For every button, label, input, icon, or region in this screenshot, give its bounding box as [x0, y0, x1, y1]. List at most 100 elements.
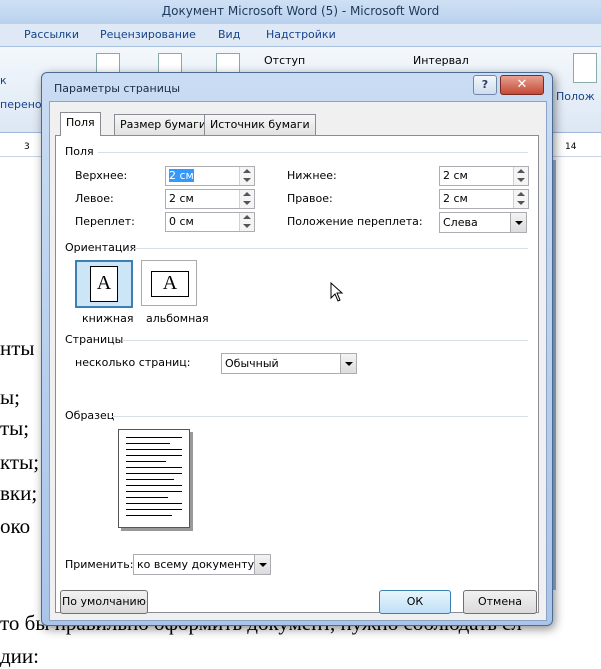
- doc-line: кты;: [0, 450, 40, 474]
- tab-addins[interactable]: Надстройки: [266, 28, 336, 41]
- preview-line: [126, 503, 182, 504]
- cancel-button[interactable]: Отмена: [463, 590, 537, 614]
- right-margin-spinner[interactable]: [513, 190, 528, 208]
- gutter-label: Переплет:: [75, 215, 135, 228]
- gutter-spinner[interactable]: [239, 213, 254, 231]
- right-margin-field[interactable]: 2 см: [439, 189, 529, 209]
- preview-line: [126, 449, 182, 450]
- tab-mailings[interactable]: Рассылки: [24, 28, 79, 41]
- right-margin-label: Правое:: [287, 192, 333, 205]
- gutter-position-select[interactable]: Слева: [439, 212, 527, 233]
- preview-group-label: Образец: [65, 409, 115, 422]
- gutter-field[interactable]: 0 см: [165, 212, 255, 232]
- top-margin-label: Верхнее:: [75, 169, 128, 182]
- ok-button[interactable]: ОК: [379, 590, 451, 614]
- mouse-cursor-icon: [330, 282, 344, 302]
- preview-line: [126, 443, 170, 444]
- left-margin-field[interactable]: 2 см: [165, 189, 255, 209]
- ruler-num-left: 3: [24, 142, 30, 152]
- multiple-pages-label: несколько страниц:: [75, 356, 191, 369]
- gutter-position-value: Слева: [443, 216, 478, 229]
- doc-line: ты;: [0, 416, 30, 440]
- doc-line: дии:: [0, 644, 39, 668]
- portrait-option[interactable]: A: [75, 260, 133, 308]
- multiple-pages-select[interactable]: Обычный: [221, 353, 357, 374]
- top-margin-spinner[interactable]: [239, 167, 254, 185]
- right-margin-value: 2 см: [443, 192, 468, 205]
- tab-paper-size[interactable]: Размер бумаги: [114, 114, 213, 135]
- pages-group-label: Страницы: [65, 333, 124, 346]
- tab-review[interactable]: Рецензирование: [100, 28, 196, 41]
- left-margin-label: Левое:: [75, 192, 114, 205]
- landscape-option[interactable]: A: [141, 260, 197, 306]
- preview-line: [126, 485, 182, 486]
- preview-line: [126, 497, 168, 498]
- top-margin-value: 2 см: [169, 169, 194, 182]
- bottom-margin-field[interactable]: 2 см: [439, 166, 529, 186]
- doc-line: вки;: [0, 481, 38, 505]
- portrait-label[interactable]: книжная: [82, 312, 133, 325]
- spin-up-icon[interactable]: [243, 169, 251, 173]
- left-margin-spinner[interactable]: [239, 190, 254, 208]
- spin-up-icon[interactable]: [517, 192, 525, 196]
- spin-down-icon[interactable]: [243, 224, 251, 228]
- margins-panel: Поля Верхнее: 2 см Левое: 2 см Переплет:…: [55, 135, 539, 613]
- spin-down-icon[interactable]: [517, 178, 525, 182]
- bottom-margin-label: Нижнее:: [287, 169, 337, 182]
- apply-value: ко всему документу: [137, 558, 255, 571]
- spin-up-icon[interactable]: [517, 169, 525, 173]
- landscape-label[interactable]: альбомная: [146, 312, 209, 325]
- spin-down-icon[interactable]: [517, 201, 525, 205]
- preview-line: [126, 461, 166, 462]
- sample-page-preview: [118, 429, 190, 528]
- divider: [134, 248, 528, 249]
- ribbon-partial-left: к: [0, 74, 7, 87]
- dialog-client: Поля Размер бумаги Источник бумаги Поля …: [49, 101, 547, 621]
- spin-up-icon[interactable]: [243, 192, 251, 196]
- page-setup-dialog: Параметры страницы ? ✕ Поля Размер бумаг…: [41, 72, 553, 626]
- gutter-position-label: Положение переплета:: [287, 215, 423, 228]
- preview-line: [126, 437, 182, 438]
- tab-paper-source[interactable]: Источник бумаги: [204, 114, 316, 135]
- margins-group-label: Поля: [65, 145, 94, 158]
- ribbon-partial-position: Полож: [556, 90, 595, 103]
- word-titlebar: Документ Microsoft Word (5) - Microsoft …: [0, 0, 601, 24]
- multiple-pages-value: Обычный: [225, 357, 279, 370]
- top-margin-field[interactable]: 2 см: [165, 166, 255, 186]
- preview-line: [126, 515, 172, 516]
- spin-down-icon[interactable]: [243, 201, 251, 205]
- doc-line: ы;: [0, 385, 20, 409]
- divider: [122, 340, 528, 341]
- ribbon-tabs: Рассылки Рецензирование Вид Надстройки: [0, 24, 601, 47]
- close-button[interactable]: ✕: [500, 75, 544, 95]
- set-default-button[interactable]: По умолчанию: [60, 590, 148, 614]
- spin-down-icon[interactable]: [243, 178, 251, 182]
- preview-line: [126, 491, 182, 492]
- portrait-icon: A: [90, 266, 118, 302]
- preview-line: [126, 509, 182, 510]
- divider: [112, 416, 528, 417]
- ribbon-interval-label: Интервал: [413, 54, 469, 67]
- apply-select[interactable]: ко всему документу: [133, 554, 271, 575]
- doc-line: око: [0, 514, 31, 538]
- tab-view[interactable]: Вид: [218, 28, 240, 41]
- orientation-group-label: Ориентация: [65, 241, 137, 254]
- preview-line: [126, 473, 182, 474]
- divider: [98, 152, 528, 153]
- doc-line: нты: [0, 336, 35, 360]
- ribbon-indent-label: Отступ: [264, 54, 306, 67]
- spin-up-icon[interactable]: [243, 215, 251, 219]
- dropdown-arrow-icon[interactable]: [510, 213, 526, 232]
- dropdown-arrow-icon[interactable]: [254, 555, 270, 574]
- preview-line: [126, 467, 182, 468]
- gutter-value: 0 см: [169, 215, 194, 228]
- bottom-margin-spinner[interactable]: [513, 167, 528, 185]
- landscape-icon: A: [151, 271, 189, 297]
- tab-margins[interactable]: Поля: [60, 112, 101, 136]
- dropdown-arrow-icon[interactable]: [340, 354, 356, 373]
- help-button[interactable]: ?: [473, 75, 497, 95]
- dialog-title: Параметры страницы: [54, 82, 181, 95]
- ribbon-icon-position[interactable]: [573, 53, 597, 83]
- bottom-margin-value: 2 см: [443, 169, 468, 182]
- word-title: Документ Microsoft Word (5) - Microsoft …: [161, 4, 440, 18]
